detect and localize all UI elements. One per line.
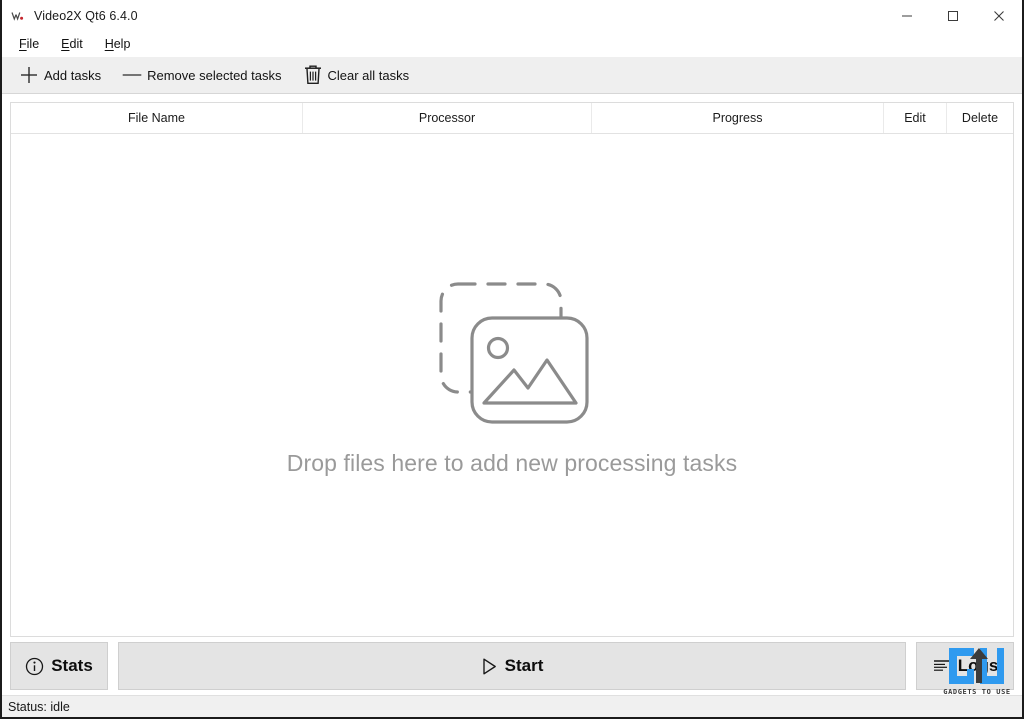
title-bar-left: Video2X Qt6 6.4.0: [2, 8, 138, 24]
maximize-button[interactable]: [930, 0, 976, 32]
task-table: File Name Processor Progress Edit Delete: [10, 102, 1014, 637]
menu-item-file[interactable]: File: [8, 34, 50, 55]
menu-bar: File Edit Help: [2, 32, 1022, 57]
minimize-button[interactable]: [884, 0, 930, 32]
column-header-file-name[interactable]: File Name: [11, 103, 302, 133]
video2x-app-icon: [10, 8, 26, 24]
window-title: Video2X Qt6 6.4.0: [34, 9, 138, 23]
menu-file-mnemonic: F: [19, 37, 27, 51]
maximize-icon: [948, 11, 958, 21]
minimize-icon: [902, 15, 912, 17]
info-circle-icon: [25, 657, 44, 676]
title-bar: Video2X Qt6 6.4.0: [2, 0, 1022, 32]
stats-button-label: Stats: [51, 656, 93, 675]
action-bar: Stats Start Logs: [2, 637, 1022, 695]
column-header-progress[interactable]: Progress: [591, 103, 883, 133]
menu-item-edit[interactable]: Edit: [50, 34, 94, 55]
menu-help-rest: elp: [113, 37, 131, 51]
task-panel-wrapper: File Name Processor Progress Edit Delete: [2, 94, 1022, 637]
stats-button[interactable]: Stats: [10, 642, 108, 690]
list-lines-icon: [932, 658, 951, 675]
start-button-label: Start: [504, 656, 544, 675]
menu-file-rest: ile: [26, 37, 40, 51]
task-table-header: File Name Processor Progress Edit Delete: [11, 103, 1013, 134]
toolbar: Add tasks Remove selected tasks Clear al…: [2, 57, 1022, 94]
logs-button[interactable]: Logs: [916, 642, 1014, 690]
minus-icon: [121, 64, 143, 86]
column-header-processor[interactable]: Processor: [302, 103, 591, 133]
logs-button-label: Logs: [957, 656, 999, 675]
drop-zone-message: Drop files here to add new processing ta…: [286, 449, 738, 476]
start-button[interactable]: Start: [118, 642, 906, 690]
menu-edit-mnemonic: E: [61, 37, 70, 51]
clear-all-tasks-button[interactable]: Clear all tasks: [298, 60, 418, 90]
task-table-body[interactable]: Drop files here to add new processing ta…: [11, 134, 1013, 636]
status-text: Status: idle: [8, 699, 70, 714]
remove-selected-tasks-label: Remove selected tasks: [147, 67, 282, 83]
menu-item-help[interactable]: Help: [94, 34, 142, 55]
trash-icon: [302, 64, 324, 86]
close-button[interactable]: [976, 0, 1022, 32]
plus-icon: [18, 64, 40, 86]
drop-zone[interactable]: Drop files here to add new processing ta…: [287, 272, 737, 477]
column-header-edit[interactable]: Edit: [883, 103, 946, 133]
video2x-main-window: Video2X Qt6 6.4.0 File Edit Help Add tas…: [0, 0, 1024, 719]
menu-edit-rest: dit: [69, 37, 83, 51]
add-tasks-button[interactable]: Add tasks: [14, 60, 109, 90]
add-tasks-label: Add tasks: [44, 67, 102, 83]
play-triangle-icon: [481, 657, 498, 676]
status-bar: Status: idle: [2, 695, 1022, 717]
image-stack-icon: [424, 272, 599, 432]
remove-selected-tasks-button[interactable]: Remove selected tasks: [117, 60, 289, 90]
close-icon: [994, 11, 1004, 21]
menu-help-mnemonic: H: [104, 37, 114, 51]
column-header-delete[interactable]: Delete: [946, 103, 1013, 133]
window-controls: [884, 0, 1022, 32]
clear-all-tasks-label: Clear all tasks: [327, 67, 410, 83]
